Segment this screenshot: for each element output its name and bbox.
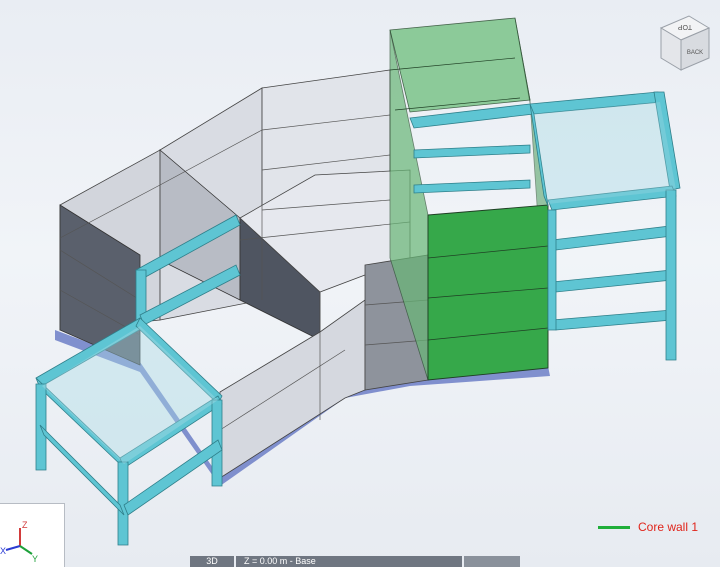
viewcube-back-label: BACK [687, 50, 703, 56]
level-indicator[interactable]: Z = 0.00 m - Base [236, 556, 462, 567]
axis-triad: Z X Y [0, 503, 65, 567]
legend-swatch [598, 525, 630, 529]
y-axis-label: Y [32, 554, 38, 564]
wall-front-left [219, 299, 366, 479]
status-bar: 3D Z = 0.00 m - Base [190, 556, 520, 567]
legend-label: Core wall 1 [638, 520, 699, 534]
core-wall-front [427, 204, 549, 381]
view-mode-indicator[interactable]: 3D [190, 556, 234, 567]
viewcube-widget[interactable]: TOP BACK [655, 12, 713, 74]
slab-right [534, 102, 676, 204]
legend: Core wall 1 [598, 520, 698, 534]
x-axis-label: X [0, 546, 6, 556]
y-axis-line [19, 545, 33, 555]
structure-model[interactable] [0, 0, 720, 567]
3d-viewport[interactable]: TOP BACK Z X Y Core wall 1 3D Z = 0.00 m… [0, 0, 720, 567]
viewcube-top-label: TOP [678, 23, 693, 30]
z-axis-label: Z [22, 520, 28, 530]
x-axis-line [5, 545, 21, 551]
core-wall-top [389, 17, 531, 113]
status-cell-extra [464, 556, 520, 567]
